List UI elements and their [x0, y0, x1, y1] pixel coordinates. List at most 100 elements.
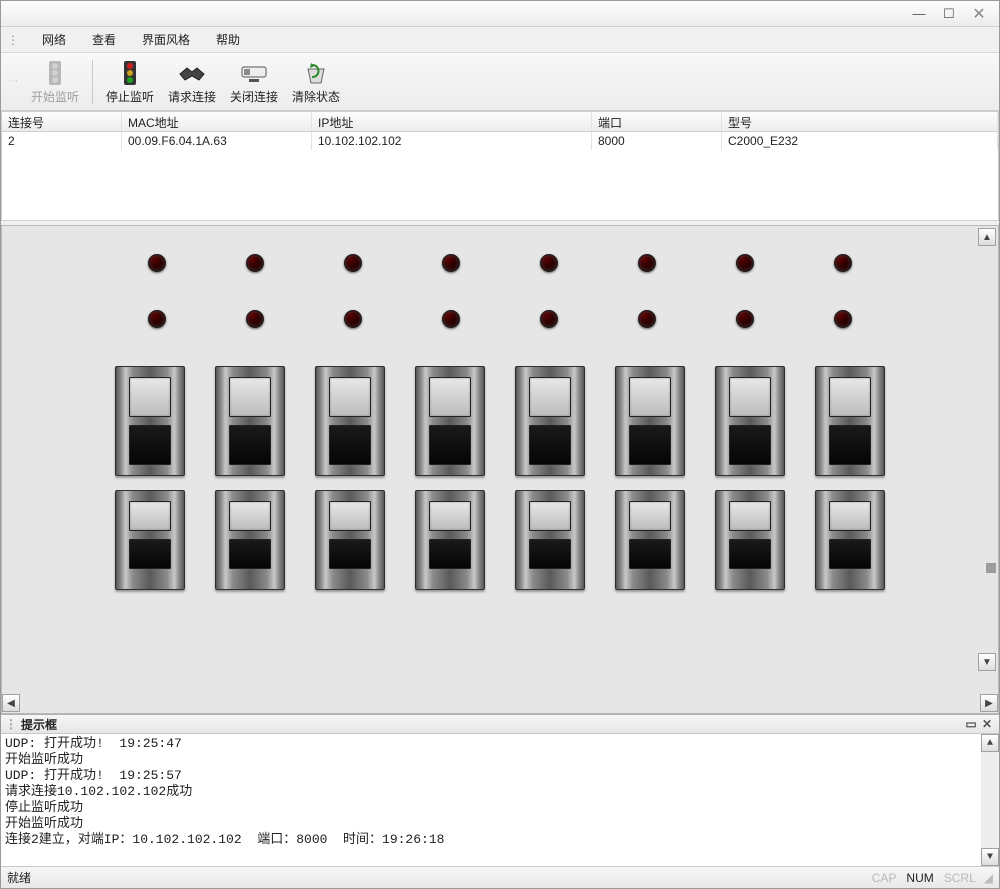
led-indicator [442, 310, 460, 328]
prompt-pin-button[interactable]: ▭ [963, 717, 979, 731]
close-conn-button[interactable]: 关闭连接 [225, 56, 283, 108]
close-conn-label: 关闭连接 [230, 88, 278, 105]
cell-ip: 10.102.102.102 [312, 132, 592, 150]
io-panel: ▲ [1, 225, 999, 714]
led-row-1 [2, 254, 998, 272]
col-port[interactable]: 端口 [592, 112, 722, 131]
switch-pad-dark [329, 425, 371, 465]
prompt-scroll-up-button[interactable]: ▲ [981, 734, 999, 752]
prompt-close-button[interactable]: ✕ [979, 717, 995, 731]
led-indicator [834, 254, 852, 272]
switch-pad-dark [229, 539, 271, 569]
menu-help[interactable]: 帮助 [210, 29, 246, 50]
prompt-scrollbar: ▲ ▼ [981, 734, 999, 866]
led-indicator [834, 310, 852, 328]
start-listen-button[interactable]: 开始监听 [26, 56, 84, 108]
led-indicator [148, 310, 166, 328]
close-button[interactable]: ✕ [965, 6, 993, 22]
switch-pad-light [129, 501, 171, 531]
handshake-icon [177, 58, 207, 88]
switch-pad-light [329, 501, 371, 531]
toggle-switch[interactable] [115, 366, 185, 476]
toggle-switch[interactable] [815, 490, 885, 590]
switch-pad-dark [829, 425, 871, 465]
col-mac[interactable]: MAC地址 [122, 112, 312, 131]
toolbar-separator [92, 60, 93, 104]
prompt-scroll-track[interactable] [981, 752, 999, 848]
switch-pad-light [129, 377, 171, 417]
table-row[interactable]: 2 00.09.F6.04.1A.63 10.102.102.102 8000 … [2, 132, 998, 150]
switch-row-2 [2, 490, 998, 590]
col-conn-id[interactable]: 连接号 [2, 112, 122, 131]
panel-hscroll: ◀ ▶ [2, 693, 998, 713]
switch-pad-dark [329, 539, 371, 569]
led-indicator [638, 254, 656, 272]
switch-pad-light [629, 377, 671, 417]
panel-scroll-left-button[interactable]: ◀ [2, 694, 20, 712]
panel-scroll-up-button[interactable]: ▲ [978, 228, 996, 246]
hscroll-track[interactable] [20, 694, 980, 712]
toggle-switch[interactable] [315, 490, 385, 590]
cell-conn-id: 2 [2, 132, 122, 150]
cell-port: 8000 [592, 132, 722, 150]
switch-pad-light [529, 501, 571, 531]
statusbar: 就绪 CAP NUM SCRL ◢ [1, 866, 999, 888]
col-ip[interactable]: IP地址 [312, 112, 592, 131]
toggle-switch[interactable] [615, 490, 685, 590]
request-conn-button[interactable]: 请求连接 [163, 56, 221, 108]
menu-network[interactable]: 网络 [36, 29, 72, 50]
panel-scroll-right-button[interactable]: ▶ [980, 694, 998, 712]
toggle-switch[interactable] [215, 366, 285, 476]
traffic-light-active-icon [115, 58, 145, 88]
switch-pad-dark [629, 425, 671, 465]
switch-pad-light [229, 501, 271, 531]
led-indicator [540, 310, 558, 328]
led-row-2 [2, 310, 998, 328]
clear-status-label: 清除状态 [292, 88, 340, 105]
cell-model: C2000_E232 [722, 132, 998, 150]
toggle-switch[interactable] [115, 490, 185, 590]
switch-row-1 [2, 366, 998, 476]
request-conn-label: 请求连接 [168, 88, 216, 105]
toggle-switch[interactable] [215, 490, 285, 590]
panel-scroll-down-button[interactable]: ▼ [978, 653, 996, 671]
toggle-switch[interactable] [415, 490, 485, 590]
switch-pad-dark [529, 539, 571, 569]
toggle-switch[interactable] [715, 490, 785, 590]
switch-pad-dark [729, 425, 771, 465]
prompt-log[interactable]: UDP: 打开成功! 19:25:47 开始监听成功 UDP: 打开成功! 19… [1, 734, 981, 866]
menu-view[interactable]: 查看 [86, 29, 122, 50]
switch-pad-light [729, 377, 771, 417]
col-model[interactable]: 型号 [722, 112, 998, 131]
toolbar: ⋮ 开始监听 停止监听 [1, 53, 999, 111]
maximize-button[interactable]: ☐ [935, 6, 963, 22]
switch-pad-dark [129, 425, 171, 465]
switch-pad-dark [729, 539, 771, 569]
device-icon [239, 58, 269, 88]
prompt-scroll-down-button[interactable]: ▼ [981, 848, 999, 866]
start-listen-label: 开始监听 [31, 88, 79, 105]
toggle-switch[interactable] [415, 366, 485, 476]
clear-status-button[interactable]: 清除状态 [287, 56, 345, 108]
switch-pad-light [529, 377, 571, 417]
table-header: 连接号 MAC地址 IP地址 端口 型号 [2, 112, 998, 132]
led-indicator [638, 310, 656, 328]
switch-pad-dark [429, 539, 471, 569]
toggle-switch[interactable] [515, 490, 585, 590]
menu-style[interactable]: 界面风格 [136, 29, 196, 50]
toggle-switch[interactable] [715, 366, 785, 476]
switch-pad-light [729, 501, 771, 531]
prompt-body: UDP: 打开成功! 19:25:47 开始监听成功 UDP: 打开成功! 19… [1, 734, 999, 866]
stop-listen-button[interactable]: 停止监听 [101, 56, 159, 108]
scrollbar-thumb[interactable] [986, 563, 996, 573]
minimize-button[interactable]: — [905, 6, 933, 22]
switch-pad-light [229, 377, 271, 417]
toggle-switch[interactable] [515, 366, 585, 476]
switch-pad-light [829, 377, 871, 417]
led-indicator [344, 254, 362, 272]
resize-grip[interactable]: ◢ [984, 871, 993, 885]
recycle-icon [301, 58, 331, 88]
toggle-switch[interactable] [615, 366, 685, 476]
toggle-switch[interactable] [315, 366, 385, 476]
toggle-switch[interactable] [815, 366, 885, 476]
